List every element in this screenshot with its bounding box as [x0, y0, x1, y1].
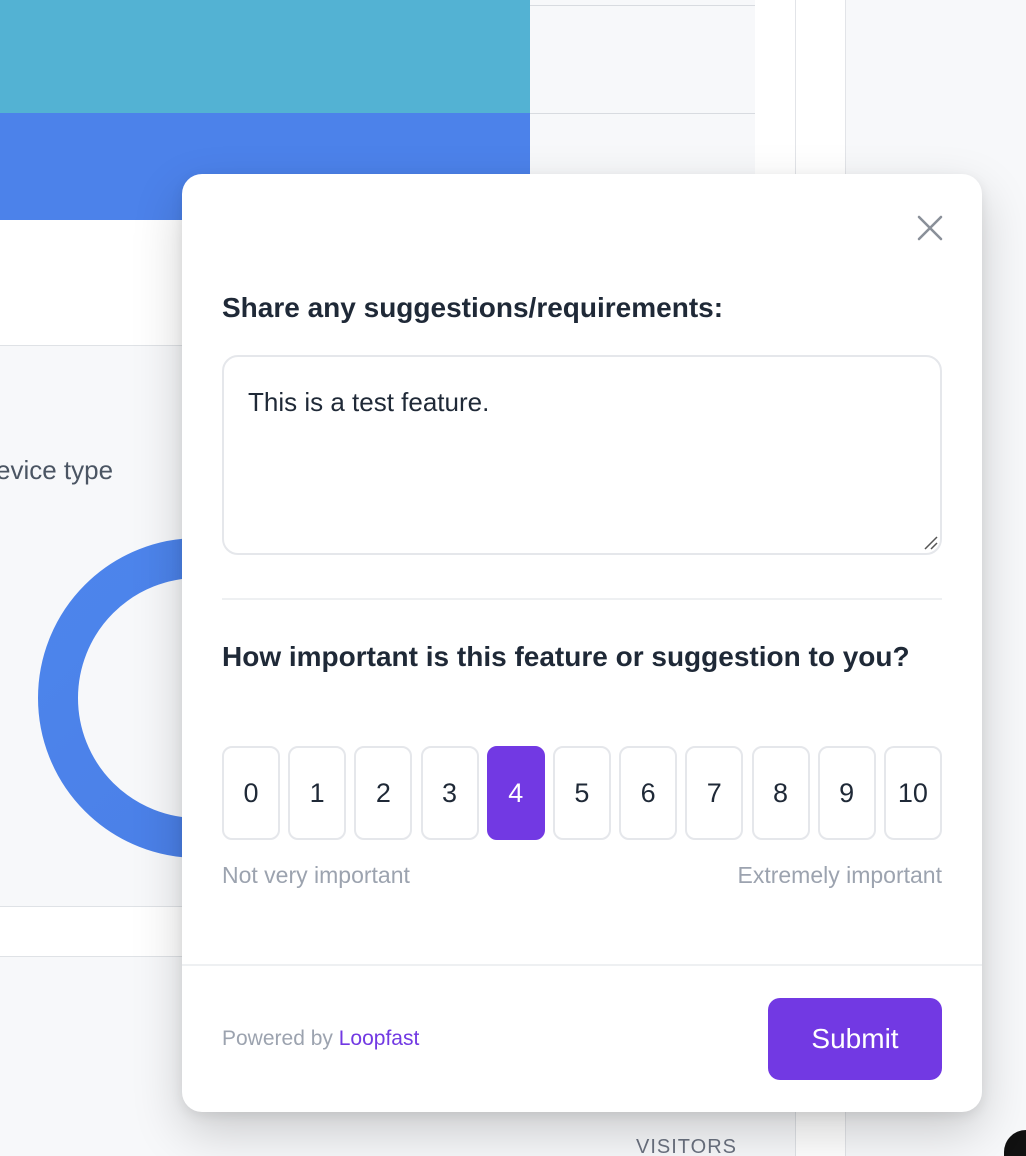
scale-option-10[interactable]: 10 [883, 746, 942, 840]
feedback-modal: Share any suggestions/requirements: How … [182, 174, 982, 1112]
device-type-title: evice type [0, 455, 114, 485]
scale-low-label: Not very important [222, 862, 410, 888]
scale-option-8[interactable]: 8 [751, 746, 810, 840]
visitors-column-header: VISITORS [636, 1136, 737, 1156]
close-icon [917, 215, 943, 241]
powered-by-label: Powered by [222, 1027, 333, 1050]
scale-high-label: Extremely important [737, 862, 942, 888]
scale-option-6[interactable]: 6 [619, 746, 678, 840]
chart-bar-teal [0, 0, 530, 113]
powered-by-text: Powered by Loopfast [222, 1027, 419, 1051]
scale-option-3[interactable]: 3 [420, 746, 479, 840]
scale-option-7[interactable]: 7 [685, 746, 744, 840]
footer-divider [182, 964, 982, 966]
scale-option-1[interactable]: 1 [288, 746, 347, 840]
suggestions-textarea[interactable] [222, 355, 942, 555]
suggestions-question: Share any suggestions/requirements: [222, 292, 724, 323]
section-divider [222, 598, 942, 600]
scale-option-4[interactable]: 4 [486, 746, 545, 840]
submit-button[interactable]: Submit [768, 998, 942, 1080]
scale-option-9[interactable]: 9 [817, 746, 876, 840]
importance-question: How important is this feature or suggest… [222, 641, 910, 672]
scale-option-5[interactable]: 5 [552, 746, 611, 840]
scale-option-2[interactable]: 2 [354, 746, 413, 840]
close-button[interactable] [912, 210, 948, 246]
loopfast-link[interactable]: Loopfast [339, 1027, 420, 1050]
scale-option-0[interactable]: 0 [222, 746, 280, 840]
resize-grip-icon[interactable] [922, 534, 938, 550]
importance-scale: 0 1 2 3 4 5 6 7 8 9 10 [222, 746, 942, 840]
